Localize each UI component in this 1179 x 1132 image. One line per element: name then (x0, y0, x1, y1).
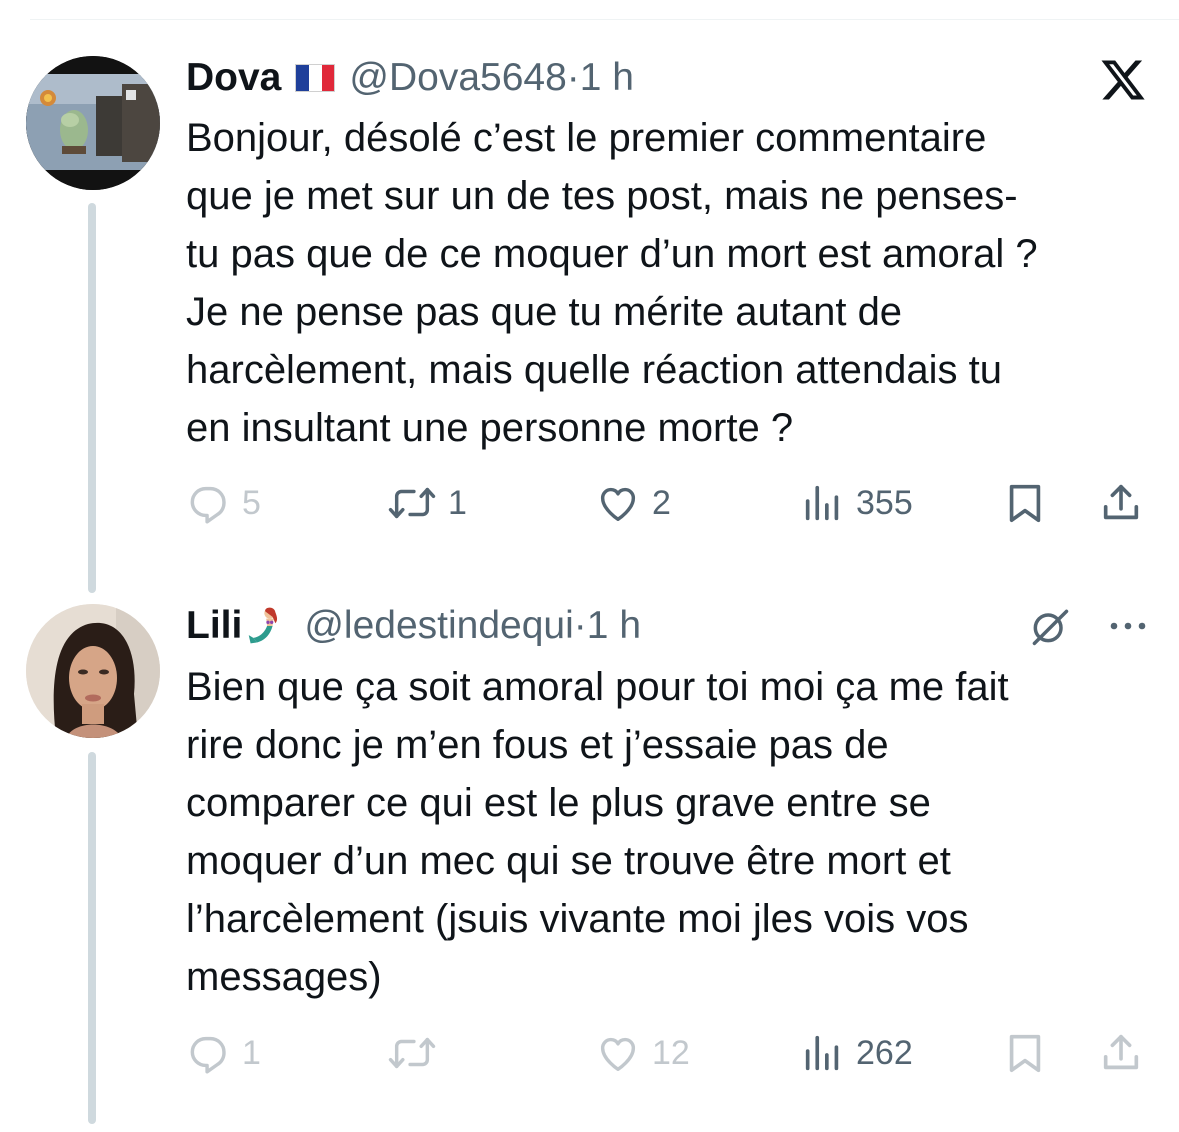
like-count: 12 (652, 1033, 690, 1072)
thread-connector-line (88, 752, 96, 1124)
grok-icon[interactable] (1026, 604, 1074, 648)
views-icon (805, 485, 839, 521)
like-button[interactable]: 12 (594, 1028, 690, 1078)
mermaid-emoji-icon (249, 607, 278, 644)
reply-button[interactable]: 5 (186, 478, 261, 528)
user-handle[interactable]: @ledestindequi (304, 604, 573, 647)
avatar[interactable] (26, 604, 160, 738)
bookmark-icon (1009, 484, 1041, 523)
tweet-header: Dova @Dova5648·1 h (186, 56, 634, 100)
share-button[interactable] (1098, 1028, 1144, 1078)
retweet-button[interactable]: 1 (386, 478, 467, 528)
reply-icon (190, 486, 226, 524)
bookmark-icon (1009, 1034, 1041, 1073)
like-icon (600, 1037, 636, 1072)
bookmark-button[interactable] (1002, 478, 1048, 528)
reply-count: 1 (242, 1033, 261, 1072)
retweet-icon (388, 1037, 436, 1069)
x-logo-icon[interactable] (1098, 56, 1148, 104)
views-button[interactable]: 262 (800, 1028, 913, 1078)
views-button[interactable]: 355 (800, 478, 913, 528)
views-count: 355 (856, 483, 913, 522)
reply-button[interactable]: 1 (186, 1028, 261, 1078)
tweet-top-right-icons (1026, 604, 1148, 648)
handle-meta: @Dova5648·1 h (349, 56, 634, 99)
avatar-image (26, 56, 160, 190)
tweet-text: Bien que ça soit amoral pour toi moi ça … (186, 665, 1009, 999)
like-count: 2 (652, 483, 671, 522)
tweet-time[interactable]: 1 h (587, 604, 641, 647)
like-button[interactable]: 2 (594, 478, 671, 528)
display-name[interactable]: Lili (186, 604, 242, 648)
france-flag-icon (295, 64, 336, 92)
top-divider (30, 19, 1179, 20)
avatar-image (26, 604, 160, 738)
avatar[interactable] (26, 56, 160, 190)
handle-meta: @ledestindequi·1 h (304, 604, 642, 647)
tweet-actions: 5 1 2 355 (186, 478, 1148, 528)
more-icon[interactable] (1108, 620, 1148, 632)
display-name[interactable]: Dova (186, 56, 281, 100)
share-icon (1103, 1034, 1139, 1070)
reply-count: 5 (242, 483, 261, 522)
retweet-count: 1 (448, 483, 467, 522)
share-icon (1103, 484, 1139, 520)
retweet-icon (388, 487, 436, 519)
tweet-time[interactable]: 1 h (580, 56, 634, 99)
share-button[interactable] (1098, 478, 1144, 528)
tweet-text: Bonjour, désolé c’est le premier comment… (186, 116, 1038, 450)
like-icon (600, 487, 636, 522)
tweet-actions: 1 12 262 (186, 1028, 1148, 1078)
thread-connector-line (88, 203, 96, 593)
views-icon (805, 1035, 839, 1071)
user-handle[interactable]: @Dova5648 (349, 56, 566, 99)
tweet-header: Lili @ledestindequi·1 h (186, 604, 641, 648)
reply-icon (190, 1036, 226, 1074)
bookmark-button[interactable] (1002, 1028, 1048, 1078)
retweet-button[interactable] (386, 1028, 448, 1078)
views-count: 262 (856, 1033, 913, 1072)
